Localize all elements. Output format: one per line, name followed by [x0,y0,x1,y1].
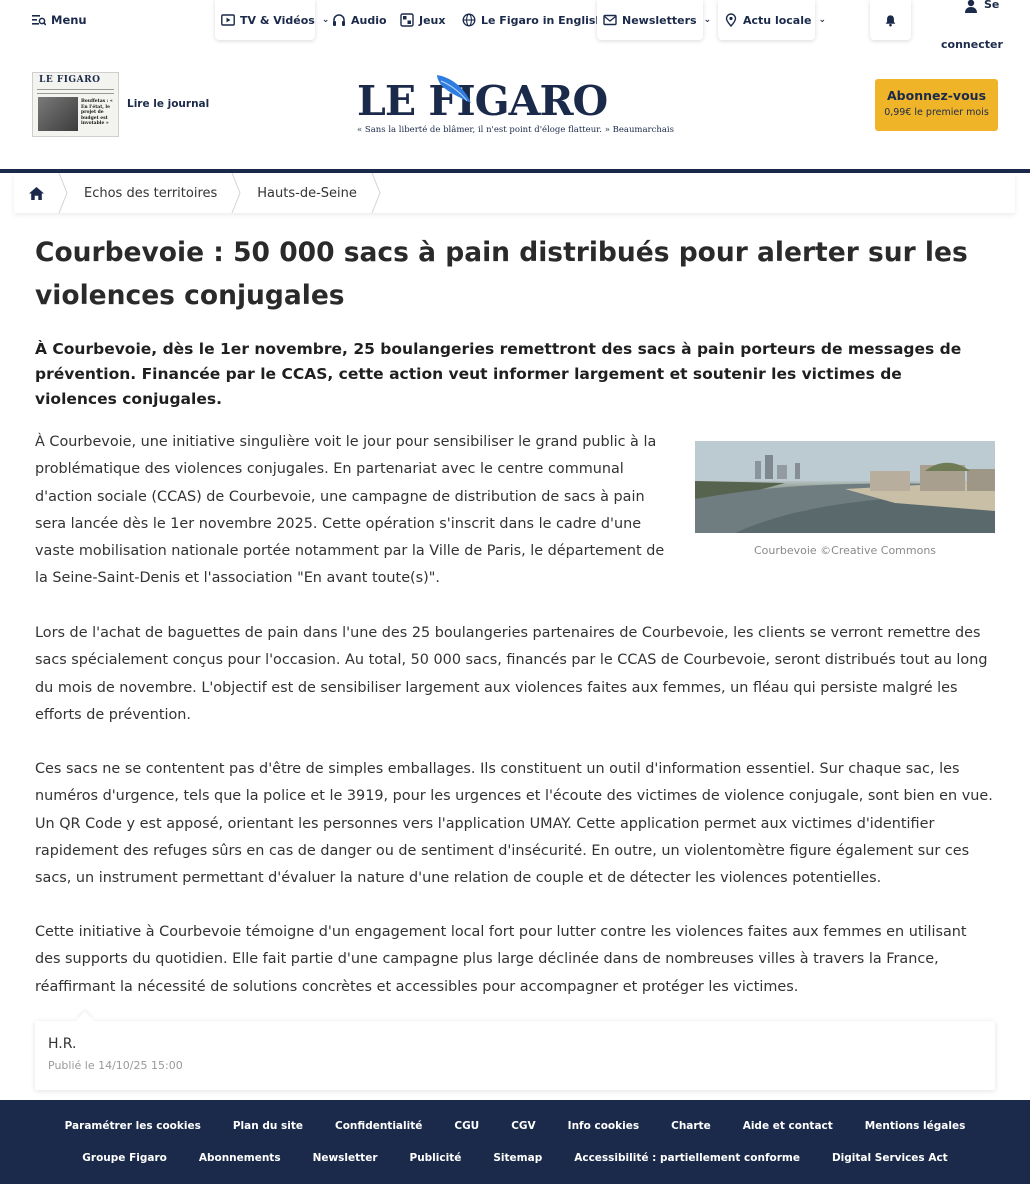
footer-link-privacy[interactable]: Confidentialité [319,1120,438,1132]
journal-thumb-headline: Bouffetas : « En l'état, le projet de bu… [81,99,113,126]
tagline: « Sans la liberté de blâmer, il n'est po… [356,125,674,135]
chevron-down-icon: ⌄ [703,15,712,25]
mail-icon [603,14,617,26]
nav-tv-videos[interactable]: TV & Vidéos ⌄ [215,0,329,40]
breadcrumb-echos-territoires[interactable]: Echos des territoires [68,173,231,213]
river-landscape-image [695,441,995,533]
nav-label: Audio [351,13,387,27]
footer-link-groupe-figaro[interactable]: Groupe Figaro [66,1152,183,1164]
nav-jeux[interactable]: Jeux [394,0,451,40]
author-card: H.R. Publié le 14/10/25 15:00 [35,1021,995,1090]
logo-wordmark: LE FIGARO [357,77,608,125]
article-lead: À Courbevoie, dès le 1er novembre, 25 bo… [35,340,962,408]
subscribe-label: Abonnez-vous [886,88,987,103]
image-caption: Courbevoie ©Creative Commons [753,544,937,557]
footer-link-charter[interactable]: Charte [655,1120,727,1132]
article-paragraph: Cette initiative à Courbevoie témoigne d… [35,924,967,995]
journal-thumb-rule [37,89,114,90]
headphones-icon [333,14,345,26]
globe-icon [462,13,476,27]
nav-newsletters[interactable]: Newsletters ⌄ [597,0,711,40]
nav-label: Jeux [419,13,446,27]
journal-thumb-photo [38,97,78,131]
footer-link-cgu[interactable]: CGU [438,1120,495,1132]
breadcrumb-hauts-de-seine[interactable]: Hauts-de-Seine [241,173,371,213]
article-figure: Courbevoie ©Creative Commons [695,441,995,557]
login-label-line2: connecter [941,38,1003,51]
footer-link-cookie-info[interactable]: Info cookies [552,1120,655,1132]
nav-actu-locale[interactable]: Actu locale ⌄ [718,0,826,40]
footer-links-row: Groupe Figaro Abonnements Newsletter Pub… [0,1152,1030,1164]
breadcrumb-separator [231,173,241,213]
login-label-line1: Se [984,0,1000,11]
read-journal-link[interactable]: Lire le journal [127,98,209,110]
footer-link-cgv[interactable]: CGV [495,1120,551,1132]
article-paragraph: Lors de l'achat de baguettes de pain dan… [35,625,988,723]
nav-label: Newsletters [622,13,697,27]
article-paragraph: Ces sacs ne se contentent pas d'être de … [35,761,993,887]
breadcrumb-home[interactable] [14,173,58,213]
footer-link-newsletter[interactable]: Newsletter [297,1152,394,1164]
breadcrumb: Echos des territoires Hauts-de-Seine [14,173,1015,213]
play-icon [221,14,235,26]
article-title: Courbevoie : 50 000 sacs à pain distribu… [35,237,968,311]
chevron-down-icon: ⌄ [818,15,827,25]
breadcrumb-separator [371,173,381,213]
footer-link-cookies-settings[interactable]: Paramétrer les cookies [49,1120,217,1132]
footer-link-advertising[interactable]: Publicité [394,1152,478,1164]
site-logo[interactable]: LE FIGARO [357,75,677,125]
home-icon [28,186,44,200]
footer: Paramétrer les cookies Plan du site Conf… [0,1100,1030,1184]
nav-audio[interactable]: Audio [326,0,393,40]
article-paragraph: À Courbevoie, une initiative singulière … [35,434,665,587]
footer-link-help-contact[interactable]: Aide et contact [727,1120,849,1132]
footer-link-sitemap[interactable]: Sitemap [477,1152,558,1164]
footer-link-accessibility[interactable]: Accessibilité : partiellement conforme [558,1152,816,1164]
top-navigation: Menu TV & Vidéos ⌄ Audio Jeux Le Figaro … [0,0,1030,60]
publish-date: Publié le 14/10/25 15:00 [48,1059,183,1072]
bell-icon [885,14,896,26]
subscribe-price: 0,99€ le premier mois [884,107,989,118]
nav-label: Actu locale [743,13,812,27]
grid-icon [400,13,414,27]
footer-links-row: Paramétrer les cookies Plan du site Conf… [0,1120,1030,1132]
footer-link-site-plan[interactable]: Plan du site [217,1120,319,1132]
article-photo[interactable] [695,441,995,533]
subscribe-button[interactable]: Abonnez-vous 0,99€ le premier mois [875,79,998,131]
user-icon [965,0,977,13]
menu-button[interactable]: Menu [32,11,87,29]
journal-thumbnail[interactable]: LE FIGARO Bouffetas : « En l'état, le pr… [32,72,119,137]
journal-thumb-rule [37,93,114,94]
notifications-button[interactable] [870,0,911,40]
location-pin-icon [725,13,737,27]
footer-link-legal[interactable]: Mentions légales [849,1120,982,1132]
nav-figaro-english[interactable]: Le Figaro in English [456,0,609,40]
menu-search-icon [32,15,46,26]
nav-label: Le Figaro in English [481,13,604,27]
author-name: H.R. [48,1036,77,1052]
footer-link-subscriptions[interactable]: Abonnements [183,1152,297,1164]
nav-label: TV & Vidéos [240,13,315,27]
breadcrumb-separator [58,173,68,213]
journal-thumb-logo: LE FIGARO [39,75,101,85]
footer-link-dsa[interactable]: Digital Services Act [816,1152,964,1164]
menu-label: Menu [51,13,87,27]
feather-quill-icon [437,75,471,103]
login-link[interactable]: Se connecter [940,0,1003,60]
